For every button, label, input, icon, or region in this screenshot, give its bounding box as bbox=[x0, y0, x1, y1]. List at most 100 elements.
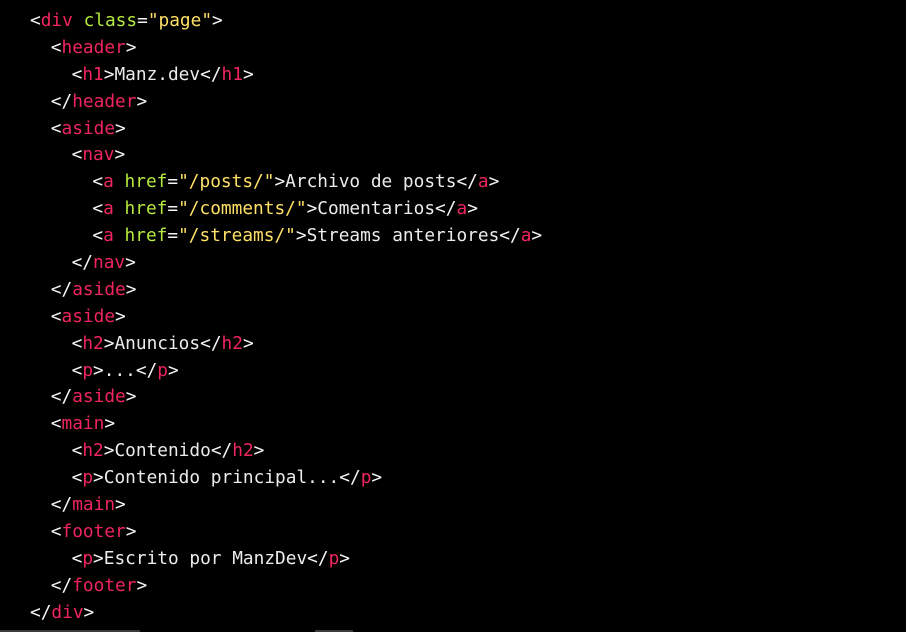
code-token-punct: < bbox=[71, 359, 83, 381]
code-token-tag: aside bbox=[72, 386, 126, 408]
code-token-punct: > bbox=[242, 63, 254, 85]
code-token-punct: </ bbox=[50, 386, 73, 408]
code-token-punct: > bbox=[115, 494, 126, 516]
code-token-punct: </ bbox=[339, 467, 361, 489]
code-token-tag: p bbox=[360, 467, 372, 489]
code-token-punct: < bbox=[92, 225, 104, 247]
code-line: <nav> bbox=[30, 142, 542, 169]
code-line: </main> bbox=[30, 492, 542, 519]
code-token-tag: p bbox=[82, 359, 94, 381]
code-token-txt: Comentarios bbox=[317, 198, 436, 220]
code-token-punct: > bbox=[93, 359, 104, 381]
code-token-punct: > bbox=[103, 332, 115, 354]
code-token-punct: </ bbox=[50, 278, 73, 300]
code-token-str: "page" bbox=[147, 10, 213, 31]
code-token-txt: Archivo de posts bbox=[285, 171, 457, 193]
code-token-punct: </ bbox=[50, 574, 73, 596]
code-token-attr: href bbox=[124, 171, 168, 193]
code-token-punct: </ bbox=[50, 90, 73, 112]
code-token-punct: < bbox=[71, 144, 83, 166]
code-token-punct: > bbox=[531, 225, 543, 247]
code-token-punct: </ bbox=[435, 198, 457, 220]
code-token-punct: </ bbox=[30, 601, 52, 623]
code-token-tag: p bbox=[82, 547, 94, 569]
code-token-tag: a bbox=[477, 171, 489, 193]
code-token-txt: Anuncios bbox=[114, 332, 201, 354]
code-token-str: "/posts/" bbox=[178, 171, 275, 193]
code-token-punct: > bbox=[104, 413, 116, 435]
code-line: <a href="/comments/">Comentarios</a> bbox=[30, 196, 542, 223]
code-token-punct: </ bbox=[456, 171, 478, 193]
code-token-tag: h1 bbox=[82, 63, 104, 85]
code-token-punct: > bbox=[83, 601, 95, 623]
code-token-tag: p bbox=[157, 359, 169, 381]
code-token-punct: = bbox=[167, 171, 179, 193]
code-line: </header> bbox=[30, 89, 542, 116]
code-token-punct: > bbox=[242, 332, 254, 354]
code-token-tag: aside bbox=[72, 278, 126, 300]
code-line: <aside> bbox=[30, 304, 542, 331]
code-token-tag: h1 bbox=[221, 63, 243, 85]
code-line: <div class="page"> bbox=[30, 8, 542, 35]
code-token-punct: < bbox=[50, 36, 62, 58]
code-token-punct: < bbox=[71, 547, 83, 569]
code-token-punct: > bbox=[488, 171, 500, 193]
code-token-punct: </ bbox=[200, 63, 222, 85]
code-token-tag: h2 bbox=[221, 332, 243, 354]
code-token-tag: a bbox=[456, 198, 468, 220]
code-line: </nav> bbox=[30, 250, 542, 277]
code-line: </footer> bbox=[30, 573, 542, 600]
code-token-punct: < bbox=[71, 63, 83, 85]
code-token-punct: < bbox=[50, 413, 62, 435]
code-token-tag: div bbox=[40, 10, 73, 31]
code-token-tag: main bbox=[72, 494, 116, 516]
code-token-punct: > bbox=[274, 171, 286, 193]
code-line: <h2>Contenido</h2> bbox=[30, 438, 542, 465]
code-token-punct: > bbox=[168, 359, 179, 381]
code-line: </aside> bbox=[30, 277, 542, 304]
code-token-txt: Streams anteriores bbox=[306, 225, 500, 247]
code-token-tag: main bbox=[61, 413, 105, 435]
code-token-punct: > bbox=[115, 117, 126, 139]
code-token-punct: = bbox=[137, 10, 148, 31]
code-token-tag: div bbox=[51, 601, 84, 623]
code-block: <div class="page"> <header> <h1>Manz.dev</… bbox=[30, 8, 542, 626]
code-token-punct: < bbox=[30, 10, 41, 31]
code-token-punct: < bbox=[50, 305, 62, 327]
code-token-punct: > bbox=[93, 467, 104, 489]
code-token-punct: </ bbox=[71, 252, 94, 274]
code-line: <a href="/posts/">Archivo de posts</a> bbox=[30, 169, 542, 196]
code-token-punct: > bbox=[125, 520, 137, 542]
code-token-txt: ... bbox=[103, 359, 136, 381]
code-token-str: "/streams/" bbox=[178, 225, 296, 247]
code-editor[interactable]: <div class="page"> <header> <h1>Manz.dev</… bbox=[0, 0, 906, 632]
code-token-txt: Manz.dev bbox=[114, 63, 201, 85]
code-token-punct: < bbox=[92, 198, 104, 220]
code-token-tag: a bbox=[103, 198, 114, 220]
code-token-punct: > bbox=[93, 547, 104, 569]
code-token-punct: > bbox=[295, 225, 307, 247]
code-token-punct: > bbox=[253, 440, 265, 462]
code-token-attr: class bbox=[83, 10, 138, 31]
code-token-punct: = bbox=[167, 198, 179, 220]
code-token-punct: > bbox=[125, 36, 137, 58]
code-token-punct: </ bbox=[135, 359, 158, 381]
code-token-punct: > bbox=[125, 278, 137, 300]
code-line: <h2>Anuncios</h2> bbox=[30, 331, 542, 358]
code-token-tag: p bbox=[82, 467, 94, 489]
code-token-punct: > bbox=[467, 198, 478, 220]
code-token-txt: Contenido bbox=[114, 440, 211, 462]
code-token-txt: Contenido principal... bbox=[103, 467, 340, 489]
code-line: <a href="/streams/">Streams anteriores</… bbox=[30, 223, 542, 250]
code-token-punct: < bbox=[50, 117, 62, 139]
code-token-punct: </ bbox=[200, 332, 222, 354]
code-line: <p>Contenido principal...</p> bbox=[30, 465, 542, 492]
code-token-punct: < bbox=[71, 440, 83, 462]
code-token-punct: </ bbox=[50, 494, 73, 516]
code-line: </aside> bbox=[30, 384, 542, 411]
code-token-punct: < bbox=[92, 171, 104, 193]
